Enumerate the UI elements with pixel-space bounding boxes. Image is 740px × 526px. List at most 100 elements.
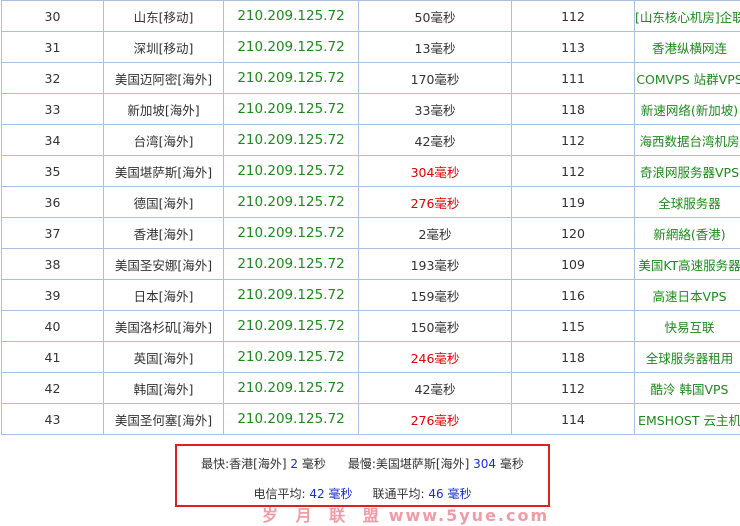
row-ip: 210.209.125.72: [224, 94, 359, 125]
row-location: 山东[移动]: [104, 1, 224, 32]
table-row: 43美国圣何塞[海外]210.209.125.72276毫秒114EMSHOST…: [2, 404, 740, 435]
row-number: 34: [2, 125, 104, 156]
table-row: 30山东[移动]210.209.125.7250毫秒112[山东核心机房]企联: [2, 1, 740, 32]
row-number: 39: [2, 280, 104, 311]
row-response-time: 33毫秒: [359, 94, 512, 125]
row-location: 美国洛杉矶[海外]: [104, 311, 224, 342]
table-row: 42韩国[海外]210.209.125.7242毫秒112酷泠 韩国VPS: [2, 373, 740, 404]
telecom-average-label: 电信平均:: [254, 487, 306, 501]
row-location: 美国堪萨斯[海外]: [104, 156, 224, 187]
telecom-average-value: 42: [309, 487, 324, 501]
table-row: 33新加坡[海外]210.209.125.7233毫秒118新速网络(新加坡): [2, 94, 740, 125]
watermark: 岁 月 联 盟www.5yue.com: [262, 502, 549, 526]
row-ttl: 112: [512, 373, 635, 404]
row-provider[interactable]: 海西数据台湾机房: [635, 125, 740, 156]
summary-box: 最快:香港[海外] 2 毫秒最慢:美国堪萨斯[海外] 304 毫秒 电信平均: …: [175, 444, 550, 507]
row-provider[interactable]: 全球服务器租用: [635, 342, 740, 373]
row-ttl: 118: [512, 94, 635, 125]
row-response-time: 42毫秒: [359, 373, 512, 404]
row-ttl: 113: [512, 32, 635, 63]
row-provider[interactable]: 新網絡(香港): [635, 218, 740, 249]
row-location: 日本[海外]: [104, 280, 224, 311]
row-number: 42: [2, 373, 104, 404]
summary-average-line: 电信平均: 42 毫秒 联通平均: 46 毫秒: [177, 485, 548, 502]
row-provider[interactable]: 高速日本VPS: [635, 280, 740, 311]
row-provider[interactable]: 酷泠 韩国VPS: [635, 373, 740, 404]
watermark-brand: 岁 月 联 盟: [262, 506, 385, 525]
fastest-unit: 毫秒: [302, 457, 326, 471]
row-number: 36: [2, 187, 104, 218]
row-ip: 210.209.125.72: [224, 311, 359, 342]
row-provider[interactable]: COMVPS 站群VPS: [635, 63, 740, 94]
table-row: 39日本[海外]210.209.125.72159毫秒116高速日本VPS: [2, 280, 740, 311]
row-ttl: 115: [512, 311, 635, 342]
row-response-time: 150毫秒: [359, 311, 512, 342]
row-location: 香港[海外]: [104, 218, 224, 249]
row-ip: 210.209.125.72: [224, 280, 359, 311]
row-location: 英国[海外]: [104, 342, 224, 373]
slowest-value: 304: [473, 457, 496, 471]
table-row: 41英国[海外]210.209.125.72246毫秒118全球服务器租用: [2, 342, 740, 373]
row-ttl: 111: [512, 63, 635, 94]
row-ip: 210.209.125.72: [224, 156, 359, 187]
row-response-time: 50毫秒: [359, 1, 512, 32]
table-row: 32美国迈阿密[海外]210.209.125.72170毫秒111COMVPS …: [2, 63, 740, 94]
row-ip: 210.209.125.72: [224, 32, 359, 63]
row-ip: 210.209.125.72: [224, 187, 359, 218]
telecom-average-unit: 毫秒: [328, 487, 352, 501]
row-ip: 210.209.125.72: [224, 63, 359, 94]
row-provider[interactable]: EMSHOST 云主机: [635, 404, 740, 435]
row-ip: 210.209.125.72: [224, 342, 359, 373]
summary-fast-slow-line: 最快:香港[海外] 2 毫秒最慢:美国堪萨斯[海外] 304 毫秒: [177, 455, 548, 472]
row-location: 美国圣安娜[海外]: [104, 249, 224, 280]
row-ttl: 119: [512, 187, 635, 218]
unicom-average-value: 46: [428, 487, 443, 501]
row-number: 38: [2, 249, 104, 280]
row-ttl: 114: [512, 404, 635, 435]
row-provider[interactable]: 奇浪网服务器VPS: [635, 156, 740, 187]
row-number: 37: [2, 218, 104, 249]
row-provider[interactable]: 香港纵横网连: [635, 32, 740, 63]
table-row: 35美国堪萨斯[海外]210.209.125.72304毫秒112奇浪网服务器V…: [2, 156, 740, 187]
row-response-time: 193毫秒: [359, 249, 512, 280]
row-response-time: 304毫秒: [359, 156, 512, 187]
row-provider[interactable]: 新速网络(新加坡): [635, 94, 740, 125]
row-location: 深圳[移动]: [104, 32, 224, 63]
ping-results-table: 30山东[移动]210.209.125.7250毫秒112[山东核心机房]企联3…: [1, 0, 740, 435]
row-location: 韩国[海外]: [104, 373, 224, 404]
fastest-location: 香港[海外]: [229, 457, 286, 471]
watermark-url: www.5yue.com: [389, 506, 549, 525]
table-row: 36德国[海外]210.209.125.72276毫秒119全球服务器: [2, 187, 740, 218]
unicom-average-label: 联通平均:: [373, 487, 425, 501]
table-row: 38美国圣安娜[海外]210.209.125.72193毫秒109美国KT高速服…: [2, 249, 740, 280]
row-number: 41: [2, 342, 104, 373]
unicom-average-unit: 毫秒: [447, 487, 471, 501]
ping-results-body: 30山东[移动]210.209.125.7250毫秒112[山东核心机房]企联3…: [2, 1, 740, 435]
table-row: 31深圳[移动]210.209.125.7213毫秒113香港纵横网连: [2, 32, 740, 63]
row-location: 台湾[海外]: [104, 125, 224, 156]
row-number: 31: [2, 32, 104, 63]
slowest-unit: 毫秒: [500, 457, 524, 471]
row-response-time: 276毫秒: [359, 187, 512, 218]
row-ttl: 112: [512, 1, 635, 32]
row-ip: 210.209.125.72: [224, 125, 359, 156]
row-response-time: 170毫秒: [359, 63, 512, 94]
row-number: 40: [2, 311, 104, 342]
row-provider[interactable]: 美国KT高速服务器: [635, 249, 740, 280]
row-location: 美国圣何塞[海外]: [104, 404, 224, 435]
row-location: 美国迈阿密[海外]: [104, 63, 224, 94]
row-provider[interactable]: [山东核心机房]企联: [635, 1, 740, 32]
row-response-time: 246毫秒: [359, 342, 512, 373]
row-ip: 210.209.125.72: [224, 218, 359, 249]
row-ip: 210.209.125.72: [224, 249, 359, 280]
row-location: 新加坡[海外]: [104, 94, 224, 125]
row-number: 33: [2, 94, 104, 125]
table-row: 37香港[海外]210.209.125.722毫秒120新網絡(香港): [2, 218, 740, 249]
row-ip: 210.209.125.72: [224, 1, 359, 32]
row-number: 35: [2, 156, 104, 187]
row-ip: 210.209.125.72: [224, 404, 359, 435]
row-provider[interactable]: 快易互联: [635, 311, 740, 342]
row-ip: 210.209.125.72: [224, 373, 359, 404]
row-provider[interactable]: 全球服务器: [635, 187, 740, 218]
row-response-time: 13毫秒: [359, 32, 512, 63]
